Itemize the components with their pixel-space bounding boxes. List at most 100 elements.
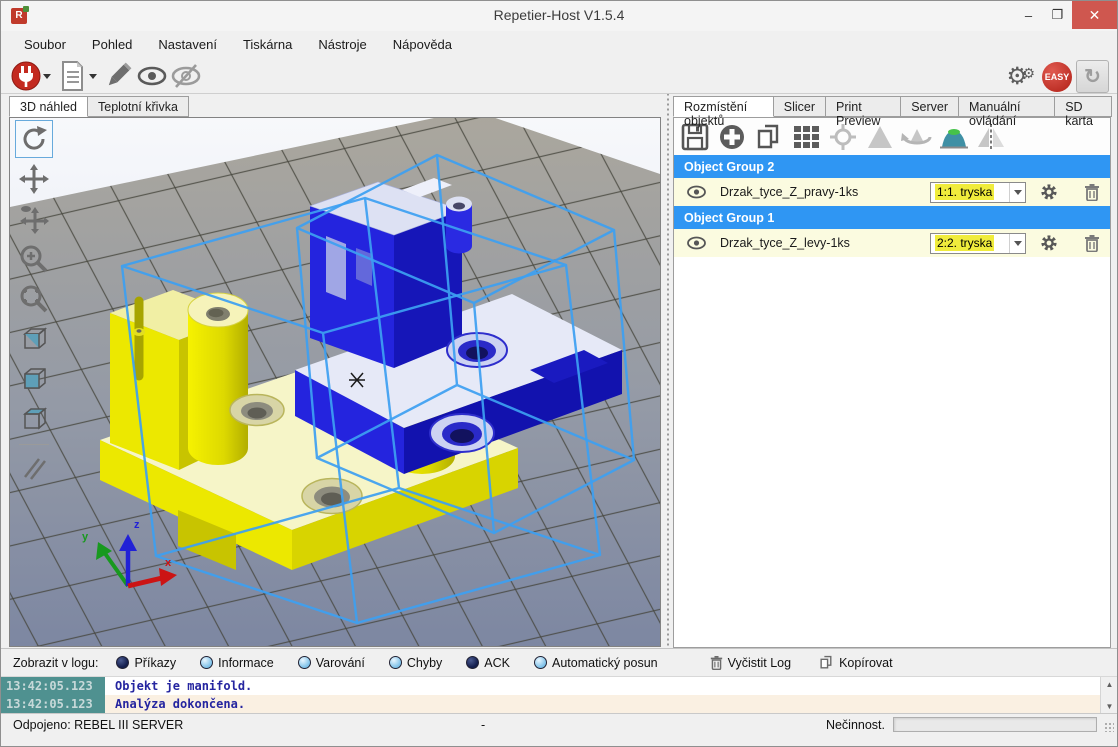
tab-slicer[interactable]: Slicer (773, 96, 826, 117)
menu-tiskarna[interactable]: Tiskárna (230, 33, 305, 56)
parallel-projection-button[interactable] (15, 449, 53, 487)
extruder-select[interactable]: 1:1. tryska (930, 182, 1026, 203)
lay-flat-button[interactable] (937, 121, 971, 153)
move-view-button[interactable] (15, 160, 53, 198)
toggle-prikazy[interactable]: Příkazy (116, 656, 176, 670)
tab-teplotni-krivka[interactable]: Teplotní křivka (87, 96, 189, 117)
view-front-button[interactable] (15, 360, 53, 398)
copy-log-button[interactable]: Kopírovat (819, 655, 893, 670)
object-row[interactable]: Drzak_tyce_Z_pravy-1ks 1:1. tryska (674, 178, 1110, 206)
3d-canvas[interactable]: x y z (10, 118, 660, 646)
tab-sd-karta[interactable]: SD karta (1054, 96, 1112, 117)
log-message: Objekt je manifold. (105, 677, 1100, 695)
load-button[interactable] (55, 60, 89, 92)
toggle-label: Chyby (407, 656, 442, 670)
status-center: - (481, 718, 485, 732)
log-message: Analýza dokončena. (105, 695, 1100, 713)
maximize-button[interactable]: ❐ (1043, 1, 1072, 29)
plug-icon (10, 60, 42, 92)
visibility-eye-icon[interactable] (687, 185, 706, 199)
extruder-select[interactable]: 2:2. tryska (930, 233, 1026, 254)
log-filter-bar: Zobrazit v logu: Příkazy Informace Varov… (1, 648, 1117, 676)
rotate-object-button[interactable] (900, 121, 934, 153)
right-panel: Rozmístění objektů Slicer Print Preview … (673, 94, 1111, 648)
3d-viewport[interactable]: x y z (9, 117, 661, 647)
visibility-eye-icon[interactable] (687, 236, 706, 250)
extruder-value: 1:1. tryska (935, 184, 994, 200)
connect-button[interactable] (9, 60, 43, 92)
combo-dropdown-button[interactable] (1009, 234, 1025, 253)
tab-3d-nahled[interactable]: 3D náhled (9, 96, 88, 117)
log-time: 13:42:05.123 (1, 695, 105, 713)
show-filament-button[interactable] (135, 60, 169, 92)
menu-pohled[interactable]: Pohled (79, 33, 145, 56)
resize-grip[interactable] (1104, 722, 1114, 732)
combo-dropdown-button[interactable] (1009, 183, 1025, 202)
clear-log-label: Vyčistit Log (728, 656, 791, 670)
autoposition-button[interactable] (789, 121, 823, 153)
view-isometric-button[interactable] (15, 320, 53, 358)
log-time: 13:42:05.123 (1, 677, 105, 695)
object-name: Drzak_tyce_Z_levy-1ks (720, 236, 850, 250)
menu-napoveda[interactable]: Nápověda (380, 33, 465, 56)
parallel-lines-icon (19, 453, 49, 483)
tab-manualni-ovladani[interactable]: Manuální ovládání (958, 96, 1055, 117)
delete-trash-icon[interactable] (1084, 183, 1100, 201)
gear-icon: ⚙ (1022, 58, 1035, 88)
toggle-varovani[interactable]: Varování (298, 656, 365, 670)
printer-settings-button[interactable]: ⚙⚙ (1006, 62, 1028, 92)
log-filter-label: Zobrazit v logu: (13, 656, 98, 670)
scroll-down-arrow[interactable]: ▼ (1101, 699, 1118, 714)
tab-server[interactable]: Server (900, 96, 959, 117)
menu-nastaveni[interactable]: Nastavení (145, 33, 230, 56)
toggle-chyby[interactable]: Chyby (389, 656, 442, 670)
toggle-dot-icon (200, 656, 213, 669)
minimize-button[interactable]: – (1014, 1, 1043, 29)
tab-print-preview[interactable]: Print Preview (825, 96, 901, 117)
tab-rozmisteni-objektu[interactable]: Rozmístění objektů (673, 96, 774, 117)
lay-flat-icon (938, 123, 970, 151)
object-settings-gear-icon[interactable] (1040, 234, 1058, 252)
move-object-icon (19, 204, 49, 234)
delete-trash-icon[interactable] (1084, 234, 1100, 252)
edit-button[interactable] (101, 60, 135, 92)
copy-object-button[interactable] (752, 121, 786, 153)
clear-log-button[interactable]: Vyčistit Log (710, 655, 791, 670)
object-row[interactable]: Drzak_tyce_Z_levy-1ks 2:2. tryska (674, 229, 1110, 257)
eye-icon (135, 61, 169, 91)
toggle-label: Automatický posun (552, 656, 658, 670)
object-group-header[interactable]: Object Group 1 (674, 206, 1110, 229)
menu-soubor[interactable]: Soubor (11, 33, 79, 56)
toggle-ack[interactable]: ACK (466, 656, 510, 670)
close-button[interactable]: ✕ (1072, 1, 1117, 29)
zoom-fit-icon (19, 284, 49, 314)
easy-mode-button[interactable]: EASY (1042, 62, 1072, 92)
zoom-fit-button[interactable] (15, 280, 53, 318)
svg-text:x: x (165, 557, 172, 569)
activity-status: Nečinnost. (826, 718, 885, 732)
chevron-down-icon (1014, 241, 1022, 246)
progress-bar (893, 717, 1097, 732)
main-area: 3D náhled Teplotní křivka (1, 94, 1117, 648)
move-object-button[interactable] (15, 200, 53, 238)
toggle-dot-icon (534, 656, 547, 669)
panel-splitter[interactable] (665, 94, 671, 648)
toggle-informace[interactable]: Informace (200, 656, 274, 670)
menu-nastroje[interactable]: Nástroje (305, 33, 379, 56)
menubar: Soubor Pohled Nastavení Tiskárna Nástroj… (1, 31, 1117, 58)
scroll-up-arrow[interactable]: ▲ (1101, 677, 1118, 692)
object-settings-gear-icon[interactable] (1040, 183, 1058, 201)
rotate-view-button[interactable] (15, 120, 53, 158)
load-dropdown-caret[interactable] (89, 74, 97, 79)
connect-dropdown-caret[interactable] (43, 74, 51, 79)
tool-divider (19, 444, 49, 445)
log-scrollbar[interactable]: ▲ ▼ (1100, 677, 1117, 714)
object-group-header[interactable]: Object Group 2 (674, 155, 1110, 178)
log-area[interactable]: 13:42:05.123 Objekt je manifold. 13:42:0… (1, 676, 1117, 713)
emergency-stop-button[interactable]: ↻ (1076, 60, 1109, 93)
hide-travel-button[interactable] (169, 60, 203, 92)
view-top-button[interactable] (15, 400, 53, 438)
toggle-automaticky-posun[interactable]: Automatický posun (534, 656, 658, 670)
zoom-in-button[interactable] (15, 240, 53, 278)
copy-log-label: Kopírovat (839, 656, 893, 670)
